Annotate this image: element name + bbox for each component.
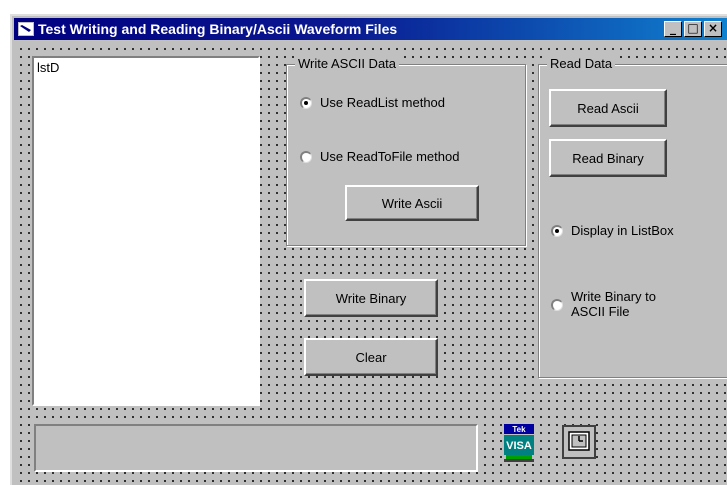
use-readlist-radio[interactable]: Use ReadList method [300, 95, 445, 110]
app-icon [18, 22, 34, 36]
write-ascii-button-label: Write Ascii [381, 195, 443, 211]
minimize-icon: _ [670, 21, 676, 35]
minimize-button[interactable]: _ [664, 21, 682, 37]
listbox-name: lstD [37, 60, 60, 75]
clear-button[interactable]: Clear [304, 338, 438, 376]
write-binary-to-ascii-radio[interactable]: Write Binary to ASCII File [551, 289, 656, 319]
read-ascii-button-label: Read Ascii [577, 100, 639, 116]
timer-icon-graphic [564, 427, 594, 457]
clear-button-label: Clear [355, 349, 387, 365]
title-bar[interactable]: Test Writing and Reading Binary/Ascii Wa… [14, 18, 727, 40]
use-readlist-label: Use ReadList method [320, 95, 446, 110]
display-in-listbox-radio[interactable]: Display in ListBox [551, 223, 674, 238]
radio-unchecked-icon [300, 151, 312, 163]
use-readtofile-label: Use ReadToFile method [320, 149, 460, 164]
window-title: Test Writing and Reading Binary/Ascii Wa… [38, 21, 398, 37]
tek-visa-label: VISA [506, 440, 532, 452]
read-binary-button[interactable]: Read Binary [549, 139, 667, 177]
read-data-frame: Read Data Read Ascii Read Binary Display… [538, 56, 727, 378]
tek-visa-icon[interactable]: Tek VISA [502, 422, 536, 464]
radio-checked-icon [300, 97, 312, 109]
main-window: Test Writing and Reading Binary/Ascii Wa… [10, 14, 727, 485]
display-in-listbox-label: Display in ListBox [571, 223, 674, 238]
radio-unchecked-icon [551, 299, 563, 311]
write-binary-button-label: Write Binary [335, 290, 407, 306]
write-binary-to-ascii-label: Write Binary to ASCII File [571, 289, 656, 319]
timer-icon[interactable] [562, 425, 596, 459]
write-ascii-frame-label: Write ASCII Data [295, 56, 400, 71]
tek-visa-top-label: Tek [512, 425, 526, 434]
close-button[interactable]: × [704, 21, 722, 37]
write-binary-button[interactable]: Write Binary [304, 279, 438, 317]
maximize-button[interactable]: □ [684, 21, 702, 37]
write-ascii-frame: Write ASCII Data Use ReadList method Use… [286, 56, 526, 246]
status-textbox[interactable] [34, 424, 478, 472]
form-client-area: lstD Write ASCII Data Use ReadList metho… [14, 42, 727, 485]
write-binary-to-ascii-label-line1: Write Binary to [571, 289, 657, 304]
maximize-icon: □ [687, 21, 699, 35]
write-ascii-button[interactable]: Write Ascii [345, 185, 479, 221]
read-data-frame-label: Read Data [547, 56, 616, 71]
output-listbox[interactable]: lstD [32, 56, 260, 406]
write-binary-to-ascii-label-line2: ASCII File [571, 304, 630, 319]
close-icon: × [707, 21, 719, 35]
read-binary-button-label: Read Binary [572, 150, 644, 166]
radio-checked-icon [551, 225, 563, 237]
read-ascii-button[interactable]: Read Ascii [549, 89, 667, 127]
use-readtofile-radio[interactable]: Use ReadToFile method [300, 149, 459, 164]
